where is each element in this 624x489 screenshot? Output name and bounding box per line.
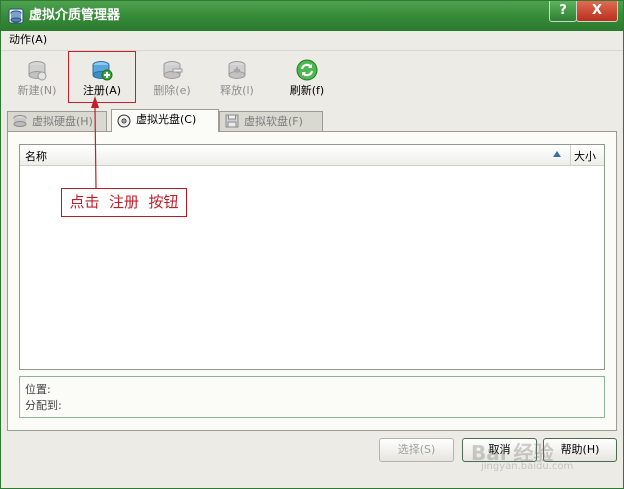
- annotation-callout: 点击 注册 按钮: [61, 188, 187, 217]
- tab-cd-label: 虚拟光盘(C): [136, 113, 197, 126]
- annotation-pointer-line: [91, 96, 99, 189]
- optical-disc-icon: [117, 114, 131, 128]
- tab-cd[interactable]: 虚拟光盘(C): [111, 109, 219, 132]
